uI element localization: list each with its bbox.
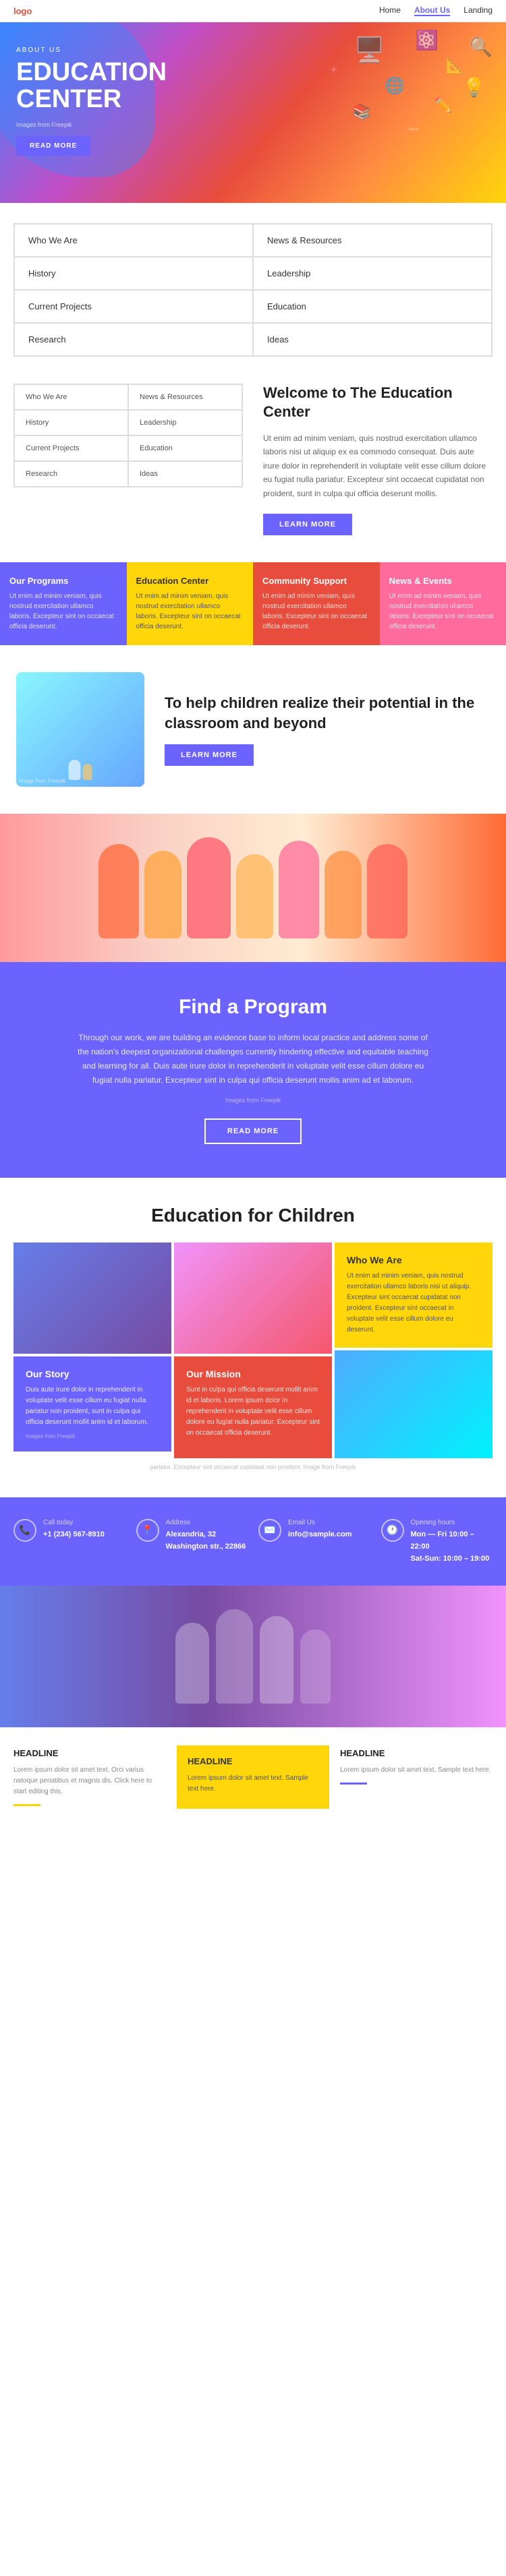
edu-left-top-image [13,1242,171,1354]
contact-call-label: Call today [43,1519,105,1526]
welcome-text: Welcome to The Education Center Ut enim … [263,384,493,535]
grid-nav-section: Who We Are News & Resources History Lead… [13,223,493,357]
program-body-0: Ut enim ad minim veniam, quis nostrud ex… [9,591,117,632]
grid-nav-education[interactable]: Education [253,290,492,323]
full-image-bar-2 [0,1586,506,1727]
phone-icon: 📞 [13,1519,36,1542]
contact-email-value: info@sample.com [288,1530,352,1538]
our-story-body: Duis aute irure dolor in reprehenderit i… [26,1385,159,1428]
contact-email-label: Email Us [288,1519,352,1526]
find-program-title: Find a Program [16,996,490,1019]
our-story-credit: Images from Freepik [26,1433,159,1439]
hero-image-credit: Images from Freepik [16,121,490,128]
grid-nav-ideas[interactable]: Ideas [253,323,492,356]
our-mission-title: Our Mission [186,1369,320,1379]
program-card-news: News & Events Ut enim ad minim veniam, q… [380,562,506,645]
header: logo Home About Us Landing [0,0,506,22]
education-children-section: Education for Children Our Story Duis au… [0,1178,506,1497]
program-body-1: Ut enim ad minim veniam, quis nostrud ex… [136,591,244,632]
contact-hours: 🕐 Opening hours Mon — Fri 10:00 – 22:00S… [376,1514,499,1569]
classroom-cta-button[interactable]: LEARN MORE [165,744,254,766]
contact-call: 📞 Call today +1 (234) 567-8910 [8,1514,131,1569]
classroom-section: Image from Freepik To help children real… [0,645,506,814]
program-card-education: Education Center Ut enim ad minim veniam… [127,562,254,645]
contact-address-label: Address [166,1519,248,1526]
location-icon: 📍 [136,1519,159,1542]
program-body-3: Ut enim ad minim veniam, quis nostrud ex… [389,591,497,632]
clock-icon: 🕐 [381,1519,404,1542]
grid-nav-news-resources[interactable]: News & Resources [253,224,492,257]
program-card-community: Community Support Ut enim ad minim venia… [253,562,380,645]
welcome-grid-placeholder: Who We Are News & Resources History Lead… [13,384,243,487]
footer-headline-2: HEADLINE [188,1756,318,1766]
welcome-title: Welcome to The Education Center [263,384,493,422]
program-title-3: News & Events [389,576,497,586]
classroom-image-credit: Image from Freepik [19,778,65,784]
classroom-title: To help children realize their potential… [165,693,490,733]
edu-divider-text: pariatur. Excepteur sint occaecat cupida… [13,1464,493,1470]
welcome-learn-more-button[interactable]: LEARN MORE [263,514,352,535]
edu-center-top-image [174,1242,332,1354]
contact-hours-label: Opening hours [411,1519,493,1526]
who-we-are-body: Ut enim ad minim veniam, quis nostrud ex… [347,1271,480,1336]
grid-nav-history[interactable]: History [14,257,253,290]
hero-cta-button[interactable]: READ MORE [16,136,90,156]
find-program-body: Through our work, we are building an evi… [78,1031,428,1087]
program-title-2: Community Support [262,576,370,586]
footer-body-1: Lorem ipsum dolor sit amet text. Orci va… [13,1765,166,1797]
edu-our-mission-card: Our Mission Sunt in culpa qui officia de… [174,1356,332,1458]
edu-right-image [335,1350,493,1458]
footer-headline-3: HEADLINE [340,1748,493,1758]
footer-body-2: Lorem ipsum dolor sit amet text. Sample … [188,1773,318,1795]
nav-home[interactable]: Home [379,5,401,16]
classroom-text: To help children realize their potential… [165,693,490,765]
nav-about[interactable]: About Us [414,5,450,16]
program-title-0: Our Programs [9,576,117,586]
main-nav: Home About Us Landing [379,5,493,16]
hero-section: 🖥️ ⚛️ 📐 🔍 💡 🌐 ✏️ 📚 + ••• ABOUT US EDUCAT… [0,22,506,203]
footer-col-2: HEADLINE Lorem ipsum dolor sit amet text… [177,1745,329,1809]
our-mission-body: Sunt in culpa qui officia deserunt molli… [186,1385,320,1439]
hero-label: ABOUT US [16,47,490,54]
footer-col-3: HEADLINE Lorem ipsum dolor sit amet text… [340,1748,493,1806]
footer-col-1: HEADLINE Lorem ipsum dolor sit amet text… [13,1748,166,1806]
find-program-cta-button[interactable]: READ MORE [204,1118,302,1144]
program-body-2: Ut enim ad minim veniam, quis nostrud ex… [262,591,370,632]
nav-landing[interactable]: Landing [463,5,493,16]
grid-nav-leadership[interactable]: Leadership [253,257,492,290]
logo: logo [13,6,32,16]
contact-email: ✉️ Email Us info@sample.com [253,1514,376,1569]
footer-headline-1: HEADLINE [13,1748,166,1758]
our-story-title: Our Story [26,1369,159,1379]
edu-who-we-are-card: Who We Are Ut enim ad minim veniam, quis… [335,1242,493,1348]
programs-section: Our Programs Ut enim ad minim veniam, qu… [0,562,506,645]
find-program-section: Find a Program Through our work, we are … [0,962,506,1178]
find-program-image-credit: Images from Freepik [16,1097,490,1104]
footer: HEADLINE Lorem ipsum dolor sit amet text… [0,1727,506,1826]
contact-call-value: +1 (234) 567-8910 [43,1530,105,1538]
grid-nav-who-we-are[interactable]: Who We Are [14,224,253,257]
contact-hours-value: Mon — Fri 10:00 – 22:00Sat-Sun: 10:00 – … [411,1530,490,1563]
welcome-section: Who We Are News & Resources History Lead… [0,357,506,562]
grid-nav-current-projects[interactable]: Current Projects [14,290,253,323]
hero-title: EDUCATION CENTER [16,59,205,113]
email-icon: ✉️ [258,1519,281,1542]
who-we-are-title: Who We Are [347,1255,480,1265]
contact-address: 📍 Address Alexandria, 32 Washington str.… [131,1514,254,1569]
grid-nav-research[interactable]: Research [14,323,253,356]
footer-body-3: Lorem ipsum dolor sit amet text. Sample … [340,1765,493,1776]
contact-section: 📞 Call today +1 (234) 567-8910 📍 Address… [0,1497,506,1586]
edu-our-story-card: Our Story Duis aute irure dolor in repre… [13,1356,171,1451]
classroom-image: Image from Freepik [16,672,144,787]
welcome-body: Ut enim ad minim veniam, quis nostrud ex… [263,431,493,500]
kids-image-bar [0,814,506,962]
contact-address-value: Alexandria, 32 Washington str., 22866 [166,1530,246,1551]
program-title-1: Education Center [136,576,244,586]
program-card-programs: Our Programs Ut enim ad minim veniam, qu… [0,562,127,645]
education-children-title: Education for Children [13,1205,493,1226]
